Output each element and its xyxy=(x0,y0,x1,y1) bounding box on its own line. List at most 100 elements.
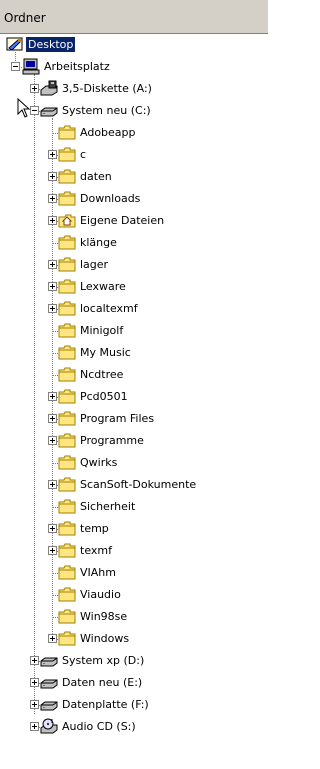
expand-icon[interactable] xyxy=(30,656,39,665)
tree-item-label: Datenplatte (F:) xyxy=(62,698,149,711)
expand-icon[interactable] xyxy=(48,194,57,203)
expand-icon[interactable] xyxy=(48,150,57,159)
tree-item-audio-cd-s[interactable]: Audio CD (S:) xyxy=(0,716,268,738)
hard-drive-icon xyxy=(40,674,58,691)
tree-item-viahm[interactable]: VIAhm xyxy=(0,562,268,584)
tree-item-label: ScanSoft-Dokumente xyxy=(80,478,197,491)
folder-icon xyxy=(58,388,76,405)
tree-item-c[interactable]: c xyxy=(0,144,268,166)
folder-icon xyxy=(58,366,76,383)
tree-item-lager[interactable]: lager xyxy=(0,254,268,276)
folder-icon xyxy=(58,344,76,361)
tree-item-label: Ncdtree xyxy=(80,368,124,381)
tree-item-daten-neu-e[interactable]: Daten neu (E:) xyxy=(0,672,268,694)
tree-item-daten[interactable]: daten xyxy=(0,166,268,188)
folder-icon xyxy=(58,190,76,207)
expand-icon[interactable] xyxy=(48,480,57,489)
tree-item-lexware[interactable]: Lexware xyxy=(0,276,268,298)
tree-item-label: temp xyxy=(80,522,109,535)
tree-item-label: Lexware xyxy=(80,280,126,293)
folder-icon xyxy=(58,564,76,581)
tree-item-ncdtree[interactable]: Ncdtree xyxy=(0,364,268,386)
computer-icon xyxy=(22,58,40,75)
tree-item-label: Programme xyxy=(80,434,144,447)
panel-title: Ordner xyxy=(4,11,46,25)
tree-item-label: Win98se xyxy=(80,610,128,623)
folder-icon xyxy=(58,322,76,339)
folders-panel-header: Ordner xyxy=(0,0,268,34)
folder-icon xyxy=(58,410,76,427)
tree-item-eigene-dateien[interactable]: Eigene Dateien xyxy=(0,210,268,232)
tree-item-scansoft-dokumente[interactable]: ScanSoft-Dokumente xyxy=(0,474,268,496)
expand-icon[interactable] xyxy=(48,216,57,225)
tree-item-qwirks[interactable]: Qwirks xyxy=(0,452,268,474)
tree-item-viaudio[interactable]: Viaudio xyxy=(0,584,268,606)
tree-item-label: Viaudio xyxy=(80,588,121,601)
tree-item-system-xp-d[interactable]: System xp (D:) xyxy=(0,650,268,672)
tree-item-label: Arbeitsplatz xyxy=(44,60,110,73)
folder-icon xyxy=(58,300,76,317)
tree-item-label: localtexmf xyxy=(80,302,138,315)
hard-drive-icon xyxy=(40,696,58,713)
tree-item-program-files[interactable]: Program Files xyxy=(0,408,268,430)
expand-icon[interactable] xyxy=(48,524,57,533)
tree-item-temp[interactable]: temp xyxy=(0,518,268,540)
tree-item-localtexmf[interactable]: localtexmf xyxy=(0,298,268,320)
expand-icon[interactable] xyxy=(30,722,39,731)
tree-item-arbeitsplatz[interactable]: Arbeitsplatz xyxy=(0,56,268,78)
tree-item-3-5-diskette-a[interactable]: 3,5-Diskette (A:) xyxy=(0,78,268,100)
tree-item-label: VIAhm xyxy=(80,566,116,579)
tree-item-label: lager xyxy=(80,258,109,271)
tree-item-system-neu-c[interactable]: System neu (C:) xyxy=(0,100,268,122)
tree-item-desktop[interactable]: Desktop xyxy=(0,34,268,56)
tree-item-label: Downloads xyxy=(80,192,141,205)
folder-icon xyxy=(58,146,76,163)
tree-item-label: texmf xyxy=(80,544,112,557)
collapse-icon[interactable] xyxy=(30,106,39,115)
folder-icon xyxy=(58,498,76,515)
folder-icon xyxy=(58,454,76,471)
tree-item-label: Daten neu (E:) xyxy=(62,676,143,689)
folder-icon xyxy=(58,476,76,493)
tree-item-label: 3,5-Diskette (A:) xyxy=(62,82,152,95)
expand-icon[interactable] xyxy=(30,678,39,687)
folder-icon xyxy=(58,520,76,537)
folder-icon xyxy=(58,278,76,295)
mouse-pointer-icon xyxy=(17,98,31,118)
tree-item-windows[interactable]: Windows xyxy=(0,628,268,650)
tree-item-datenplatte-f[interactable]: Datenplatte (F:) xyxy=(0,694,268,716)
expand-icon[interactable] xyxy=(30,700,39,709)
tree-item-win98se[interactable]: Win98se xyxy=(0,606,268,628)
floppy-drive-icon xyxy=(40,80,58,97)
expand-icon[interactable] xyxy=(48,392,57,401)
expand-icon[interactable] xyxy=(48,436,57,445)
tree-item-adobeapp[interactable]: Adobeapp xyxy=(0,122,268,144)
tree-item-label: Eigene Dateien xyxy=(80,214,165,227)
tree-item-programme[interactable]: Programme xyxy=(0,430,268,452)
tree-item-label: klänge xyxy=(80,236,117,249)
collapse-icon[interactable] xyxy=(11,62,20,71)
expand-icon[interactable] xyxy=(48,414,57,423)
tree-item-label: Audio CD (S:) xyxy=(62,720,136,733)
tree-item-klänge[interactable]: klänge xyxy=(0,232,268,254)
expand-icon[interactable] xyxy=(48,172,57,181)
expand-icon[interactable] xyxy=(48,304,57,313)
tree-item-texmf[interactable]: texmf xyxy=(0,540,268,562)
expand-icon[interactable] xyxy=(48,634,57,643)
tree-item-downloads[interactable]: Downloads xyxy=(0,188,268,210)
expand-icon[interactable] xyxy=(48,282,57,291)
expand-icon[interactable] xyxy=(48,546,57,555)
tree-item-label: Desktop xyxy=(24,36,77,53)
desktop-icon xyxy=(6,36,24,53)
hard-drive-icon xyxy=(40,102,58,119)
tree-item-minigolf[interactable]: Minigolf xyxy=(0,320,268,342)
tree-item-pcd0501[interactable]: Pcd0501 xyxy=(0,386,268,408)
expand-icon[interactable] xyxy=(30,84,39,93)
tree-item-my-music[interactable]: My Music xyxy=(0,342,268,364)
tree-item-label: Qwirks xyxy=(80,456,118,469)
tree-item-label: System xp (D:) xyxy=(62,654,145,667)
tree-item-label: My Music xyxy=(80,346,131,359)
folder-tree[interactable]: Desktop Arbeitsplatz 3,5-Diskette (A:) Syst… xyxy=(0,34,268,769)
expand-icon[interactable] xyxy=(48,260,57,269)
tree-item-sicherheit[interactable]: Sicherheit xyxy=(0,496,268,518)
